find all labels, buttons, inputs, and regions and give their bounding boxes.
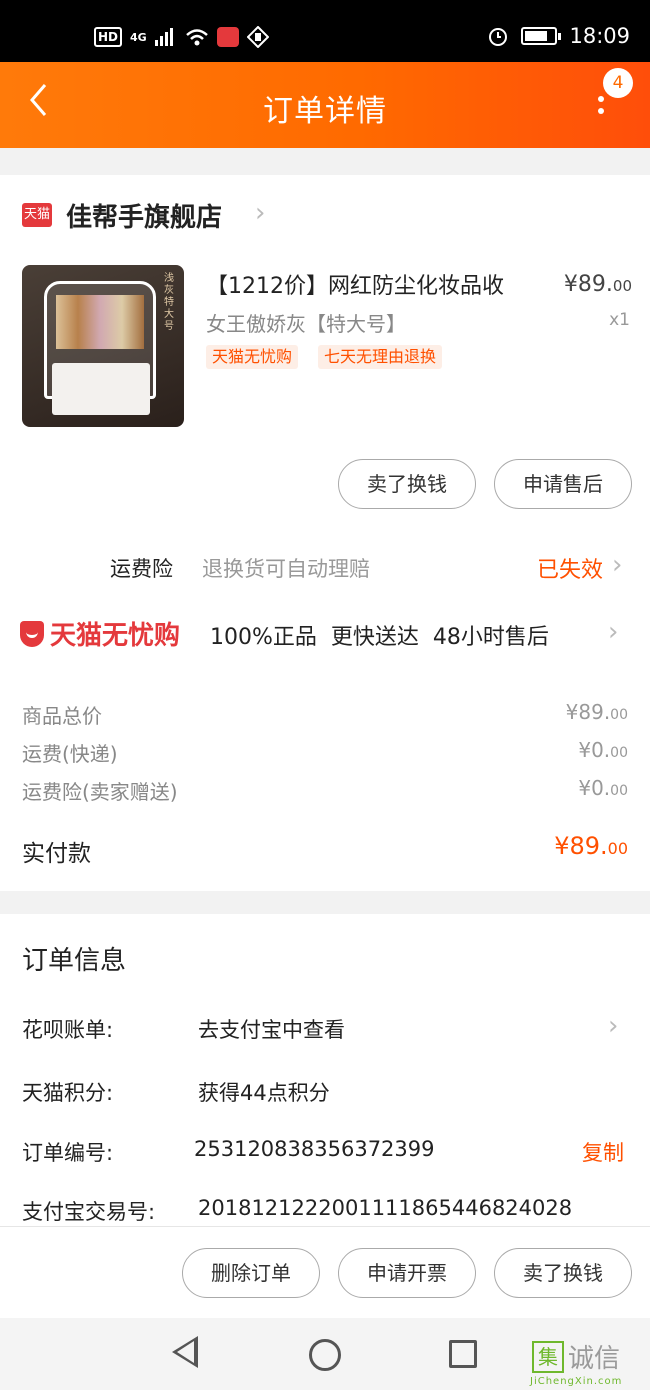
shipping-insurance-status[interactable]: 已失效 — [537, 552, 603, 584]
store-name[interactable]: 佳帮手旗舰店 — [66, 197, 222, 234]
summary-value-shipping: ¥0.00 — [578, 738, 628, 762]
after-sale-button[interactable]: 申请售后 — [494, 459, 632, 509]
guarantee-chevron-icon[interactable]: › — [608, 617, 618, 647]
worry-free-logo: 天猫无忧购 — [20, 615, 180, 652]
shipping-insurance-label: 运费险 — [110, 557, 173, 581]
shield-icon — [20, 620, 44, 647]
app-header: 订单详情 — [0, 62, 650, 148]
clock: 18:09 — [569, 24, 630, 48]
request-invoice-button[interactable]: 申请开票 — [338, 1248, 476, 1298]
product-image[interactable]: 浅灰特大号 — [22, 265, 184, 427]
watermark-logo: 集 诚信 — [532, 1338, 620, 1375]
tag-worry-free: 天猫无忧购 — [206, 345, 299, 369]
hand-icon — [246, 26, 269, 48]
shipping-insurance-desc: 退换货可自动理赔 — [202, 557, 370, 581]
product-quantity: x1 — [609, 310, 630, 330]
status-right: 18:09 — [487, 24, 630, 48]
huabei-value[interactable]: 去支付宝中查看 — [198, 1014, 345, 1044]
order-info-heading: 订单信息 — [22, 946, 127, 976]
guarantee-text[interactable]: 100%正品 更快送达 48小时售后 — [210, 619, 549, 651]
status-bar: HD 4G 18:09 — [0, 0, 650, 62]
watermark-url: JiChengXin.com — [530, 1376, 623, 1387]
nav-home-icon[interactable] — [309, 1339, 341, 1371]
summary-label-insurance: 运费险(卖家赠送) — [22, 780, 178, 804]
summary-value-goods-total: ¥89.00 — [565, 700, 628, 724]
insurance-chevron-icon[interactable]: › — [612, 550, 622, 580]
summary-label-shipping: 运费(快递) — [22, 742, 118, 766]
nav-recents-icon[interactable] — [449, 1340, 477, 1368]
status-icons: HD 4G — [94, 26, 269, 48]
network-type: 4G — [130, 30, 147, 44]
alipay-trade-label: 支付宝交易号: — [22, 1200, 156, 1224]
product-sku: 女王傲娇灰【特大号】 — [206, 312, 406, 336]
paid-label: 实付款 — [22, 841, 91, 867]
order-number-label: 订单编号: — [22, 1141, 114, 1165]
delete-order-button[interactable]: 删除订单 — [182, 1248, 320, 1298]
paid-value: ¥89.00 — [554, 832, 628, 860]
points-label: 天猫积分: — [22, 1081, 114, 1105]
tmall-logo: 天猫 — [22, 203, 52, 227]
product-title[interactable]: 【1212价】网红防尘化妆品收 — [206, 268, 504, 300]
product-price: ¥89.00 — [563, 272, 632, 297]
page-title: 订单详情 — [263, 94, 387, 129]
app-notification-icon — [216, 27, 239, 47]
sell-for-cash-bottom-button[interactable]: 卖了换钱 — [494, 1248, 632, 1298]
message-count-badge: 4 — [603, 68, 633, 98]
store-chevron-icon[interactable]: › — [255, 198, 265, 228]
huabei-label: 花呗账单: — [22, 1018, 114, 1042]
tag-seven-day-return: 七天无理由退换 — [318, 345, 443, 369]
order-number-value: 253120838356372399 — [194, 1137, 435, 1161]
alarm-icon — [489, 28, 508, 46]
summary-value-insurance: ¥0.00 — [578, 776, 628, 800]
alipay-trade-value: 2018121222001111865446824028 — [198, 1196, 573, 1220]
battery-icon — [521, 27, 562, 45]
copy-order-number-button[interactable]: 复制 — [582, 1137, 624, 1167]
signal-icon — [154, 28, 173, 46]
huabei-chevron-icon[interactable]: › — [608, 1011, 618, 1041]
more-menu-icon[interactable] — [598, 96, 604, 120]
wifi-icon — [185, 29, 208, 46]
summary-label-goods-total: 商品总价 — [22, 704, 102, 728]
sell-for-cash-button[interactable]: 卖了换钱 — [338, 459, 476, 509]
points-value: 获得44点积分 — [198, 1081, 330, 1105]
product-image-tag: 浅灰特大号 — [164, 273, 174, 332]
hd-icon: HD — [94, 27, 123, 47]
